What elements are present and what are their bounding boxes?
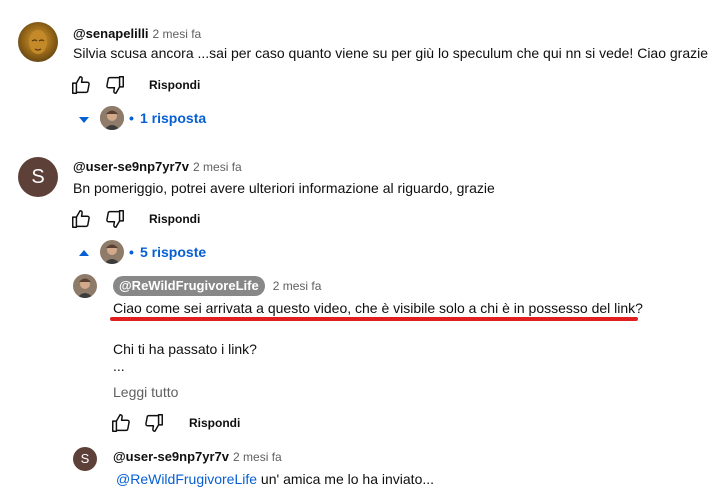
reply-button[interactable]: Rispondi [149, 212, 200, 226]
avatar[interactable]: S [18, 157, 58, 197]
owner-handle-chip[interactable]: @ReWildFrugivoreLife [113, 276, 265, 296]
reply-avatar [100, 106, 124, 130]
replies-bullet: • [129, 110, 134, 126]
read-more-link[interactable]: Leggi tutto [113, 384, 178, 400]
reply-header: @ReWildFrugivoreLife 2 mesi fa [113, 276, 321, 296]
reply-text: @ReWildFrugivoreLife un' amica me lo ha … [116, 471, 434, 487]
replies-toggle[interactable]: • 5 risposte [78, 240, 238, 266]
reply-text-ellipsis: ... [113, 358, 125, 374]
replies-toggle[interactable]: • 1 risposta [78, 106, 238, 132]
comment-actions: Rispondi [70, 74, 270, 98]
comment-author[interactable]: @senapelilli [73, 26, 149, 41]
red-underline-annotation [110, 317, 638, 321]
mention-link[interactable]: @ReWildFrugivoreLife [116, 471, 257, 487]
comment-timestamp[interactable]: 2 mesi fa [153, 27, 202, 41]
person-avatar-icon [100, 240, 124, 264]
thumbs-up-icon[interactable] [110, 412, 132, 434]
avatar-letter: S [31, 166, 45, 188]
comment-header: @user-se9np7yr7v 2 mesi fa [73, 158, 242, 176]
reply-text-line1: Ciao come sei arrivata a questo video, c… [113, 300, 643, 316]
reply-avatar[interactable]: S [73, 447, 97, 471]
thumbs-up-icon[interactable] [70, 208, 92, 230]
comment-text: Bn pomeriggio, potrei avere ulteriori in… [73, 180, 495, 196]
reply-header: @user-se9np7yr7v 2 mesi fa [113, 448, 282, 466]
reply-text-line2: Chi ti ha passato i link? [113, 341, 257, 357]
reply-button[interactable]: Rispondi [189, 416, 240, 430]
avatar-letter: S [80, 451, 90, 466]
reply-body: un' amica me lo ha inviato... [257, 471, 435, 487]
replies-bullet: • [129, 244, 134, 260]
person-avatar-icon [73, 274, 97, 298]
reply-timestamp[interactable]: 2 mesi fa [233, 450, 282, 464]
chevron-up-icon [79, 250, 89, 256]
avatar[interactable] [18, 22, 58, 62]
thumbs-down-icon[interactable] [143, 412, 165, 434]
thumbs-up-icon[interactable] [70, 74, 92, 96]
comment-header: @senapelilli 2 mesi fa [73, 25, 201, 43]
comment-actions: Rispondi [70, 208, 270, 232]
thumbs-down-icon[interactable] [104, 208, 126, 230]
comment-timestamp[interactable]: 2 mesi fa [193, 160, 242, 174]
reply-actions: Rispondi [110, 412, 310, 436]
thumbs-down-icon[interactable] [104, 74, 126, 96]
replies-count[interactable]: 1 risposta [140, 110, 206, 126]
comment-text: Silvia scusa ancora ...sai per caso quan… [73, 45, 709, 61]
replies-count[interactable]: 5 risposte [140, 244, 206, 260]
reply-timestamp[interactable]: 2 mesi fa [273, 279, 322, 293]
reply-avatar [100, 240, 124, 264]
buddha-avatar-icon [29, 30, 47, 54]
reply-avatar[interactable] [73, 274, 97, 298]
comment-author[interactable]: @user-se9np7yr7v [73, 159, 189, 174]
reply-button[interactable]: Rispondi [149, 78, 200, 92]
person-avatar-icon [100, 106, 124, 130]
reply-author[interactable]: @user-se9np7yr7v [113, 449, 229, 464]
chevron-down-icon [79, 117, 89, 123]
